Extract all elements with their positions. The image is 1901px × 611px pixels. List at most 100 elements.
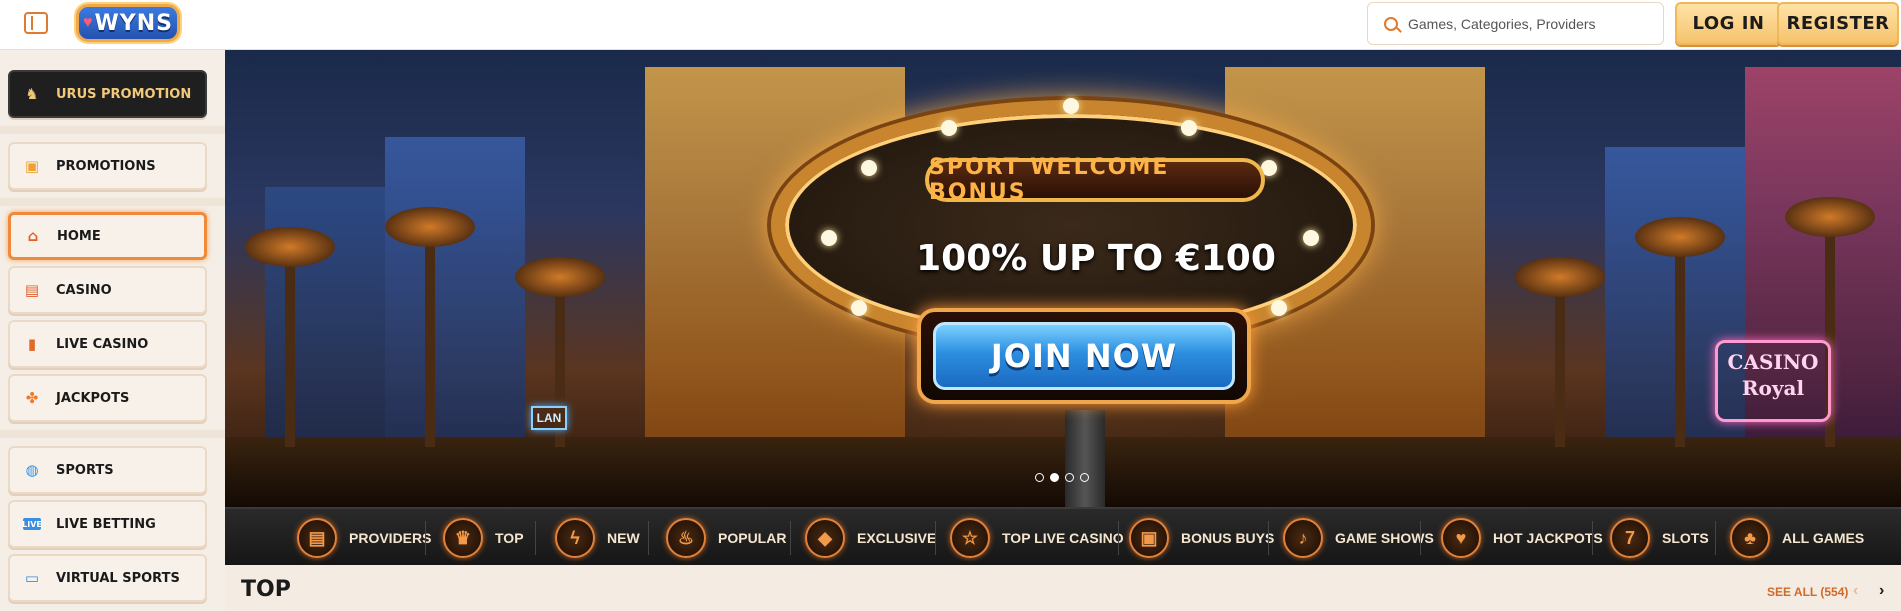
background-building — [265, 187, 385, 447]
category-separator — [535, 521, 536, 555]
top-games-section: TOP SEE ALL (554) ‹ › — [225, 565, 1901, 611]
promo-banner[interactable]: LAN CASINO Royal SPORT WELCOME BONUS 100… — [225, 50, 1901, 507]
sidebar-item-label: LIVE CASINO — [56, 336, 149, 352]
palm-tree — [385, 207, 475, 447]
category-label: POPULAR — [718, 530, 787, 546]
lightning-icon: ϟ — [555, 518, 595, 558]
category-label: GAME SHOWS — [1335, 530, 1434, 546]
category-popular[interactable]: ♨ POPULAR — [666, 517, 786, 559]
search-input[interactable] — [1406, 14, 1646, 33]
category-label: SLOTS — [1662, 530, 1709, 546]
category-separator — [425, 521, 426, 555]
category-top-live-casino[interactable]: ☆ TOP LIVE CASINO — [950, 517, 1124, 559]
sidebar-divider — [0, 430, 225, 438]
category-separator — [1118, 521, 1119, 555]
monitor-icon: ▭ — [24, 569, 40, 587]
neon-lan-sign: LAN — [531, 406, 567, 430]
sidebar-item-home[interactable]: ⌂ HOME — [8, 212, 207, 260]
sidebar-item-label: HOME — [57, 228, 101, 244]
category-label: PROVIDERS — [349, 530, 432, 546]
sidebar-item-label: VIRTUAL SPORTS — [56, 570, 180, 586]
category-game-shows[interactable]: ♪ GAME SHOWS — [1283, 517, 1434, 559]
light-bulb — [1271, 300, 1287, 316]
sign-offer: 100% UP TO €100 — [916, 238, 1276, 279]
bull-icon: ♞ — [25, 85, 39, 103]
category-label: ALL GAMES — [1782, 530, 1865, 546]
sidebar-item-label: CASINO — [56, 282, 112, 298]
category-separator — [1592, 521, 1593, 555]
sidebar-item-live-betting[interactable]: LIVE LIVE BETTING — [8, 500, 207, 548]
category-slots[interactable]: 7 SLOTS — [1610, 517, 1709, 559]
category-hot-jackpots[interactable]: ♥ HOT JACKPOTS — [1441, 517, 1603, 559]
category-label: NEW — [607, 530, 640, 546]
sidebar-item-label: PROMOTIONS — [56, 158, 156, 174]
carousel-dot[interactable] — [1080, 473, 1089, 482]
gift-icon: ▣ — [1129, 518, 1169, 558]
sidebar-item-urus-promotion[interactable]: ♞ URUS PROMOTION — [8, 70, 207, 118]
live-icon: LIVE — [22, 518, 42, 530]
sidebar-item-promotions[interactable]: ▣ PROMOTIONS — [8, 142, 207, 190]
light-bulb — [1063, 98, 1079, 114]
sign-pole — [1065, 410, 1105, 507]
sidebar: ♞ URUS PROMOTION ▣ PROMOTIONS ⌂ HOME ▤ C… — [0, 50, 225, 611]
light-bulb — [861, 160, 877, 176]
carousel-dot[interactable] — [1035, 473, 1044, 482]
home-icon: ⌂ — [27, 227, 39, 245]
sidebar-item-casino[interactable]: ▤ CASINO — [8, 266, 207, 314]
site-logo[interactable]: ♥ WYNS — [76, 4, 180, 42]
category-new[interactable]: ϟ NEW — [555, 517, 640, 559]
cards-icon: ▮ — [27, 335, 37, 353]
star-icon: ☆ — [950, 518, 990, 558]
street — [225, 437, 1901, 507]
category-providers[interactable]: ▤ PROVIDERS — [297, 517, 431, 559]
crown-icon: ♛ — [443, 518, 483, 558]
category-separator — [648, 521, 649, 555]
heart-icon: ♥ — [83, 14, 93, 31]
diamond-icon: ◆ — [805, 518, 845, 558]
category-exclusive[interactable]: ◆ EXCLUSIVE — [805, 517, 936, 559]
search-box[interactable] — [1367, 2, 1664, 45]
palm-tree — [1635, 217, 1725, 447]
top-header: ♥ WYNS LOG IN REGISTER — [0, 0, 1901, 50]
logo-text: WYNS — [94, 10, 173, 36]
category-separator — [1268, 521, 1269, 555]
chevron-left-icon[interactable]: ‹ — [1853, 583, 1867, 599]
sidebar-item-label: LIVE BETTING — [56, 516, 156, 532]
ball-icon: ◍ — [25, 461, 39, 479]
sidebar-item-virtual-sports[interactable]: ▭ VIRTUAL SPORTS — [8, 554, 207, 602]
category-separator — [1715, 521, 1716, 555]
chevron-right-icon[interactable]: › — [1879, 583, 1893, 599]
category-label: TOP — [495, 530, 524, 546]
sidebar-item-sports[interactable]: ◍ SPORTS — [8, 446, 207, 494]
sidebar-item-label: SPORTS — [56, 462, 114, 478]
register-button[interactable]: REGISTER — [1777, 2, 1899, 45]
sidebar-divider — [0, 126, 225, 134]
login-button[interactable]: LOG IN — [1675, 2, 1782, 45]
document-icon: ▤ — [297, 518, 337, 558]
flame-icon: ♨ — [666, 518, 706, 558]
sidebar-item-label: URUS PROMOTION — [56, 86, 192, 102]
sidebar-item-jackpots[interactable]: ✤ JACKPOTS — [8, 374, 207, 422]
sidebar-item-label: JACKPOTS — [56, 390, 130, 406]
section-title: TOP — [241, 577, 291, 602]
carousel-dots — [1035, 473, 1089, 482]
category-bonus-buys[interactable]: ▣ BONUS BUYS — [1129, 517, 1274, 559]
carousel-dot-active[interactable] — [1050, 473, 1059, 482]
carousel-dot[interactable] — [1065, 473, 1074, 482]
palm-tree — [1515, 257, 1605, 447]
category-all-games[interactable]: ♣ ALL GAMES — [1730, 517, 1864, 559]
join-now-frame: JOIN NOW — [917, 308, 1251, 404]
category-label: BONUS BUYS — [1181, 530, 1275, 546]
see-all-link[interactable]: SEE ALL (554) — [1767, 585, 1848, 599]
sidebar-toggle-icon[interactable] — [24, 12, 48, 34]
light-bulb — [941, 120, 957, 136]
background-building — [385, 137, 525, 447]
slot-machine-icon: 7 — [1610, 518, 1650, 558]
category-top[interactable]: ♛ TOP — [443, 517, 524, 559]
neon-casino-royal-sign: CASINO Royal — [1715, 340, 1831, 422]
join-now-button[interactable]: JOIN NOW — [933, 322, 1235, 390]
clover-icon: ✤ — [25, 389, 39, 407]
category-label: HOT JACKPOTS — [1493, 530, 1603, 546]
sidebar-item-live-casino[interactable]: ▮ LIVE CASINO — [8, 320, 207, 368]
category-separator — [935, 521, 936, 555]
